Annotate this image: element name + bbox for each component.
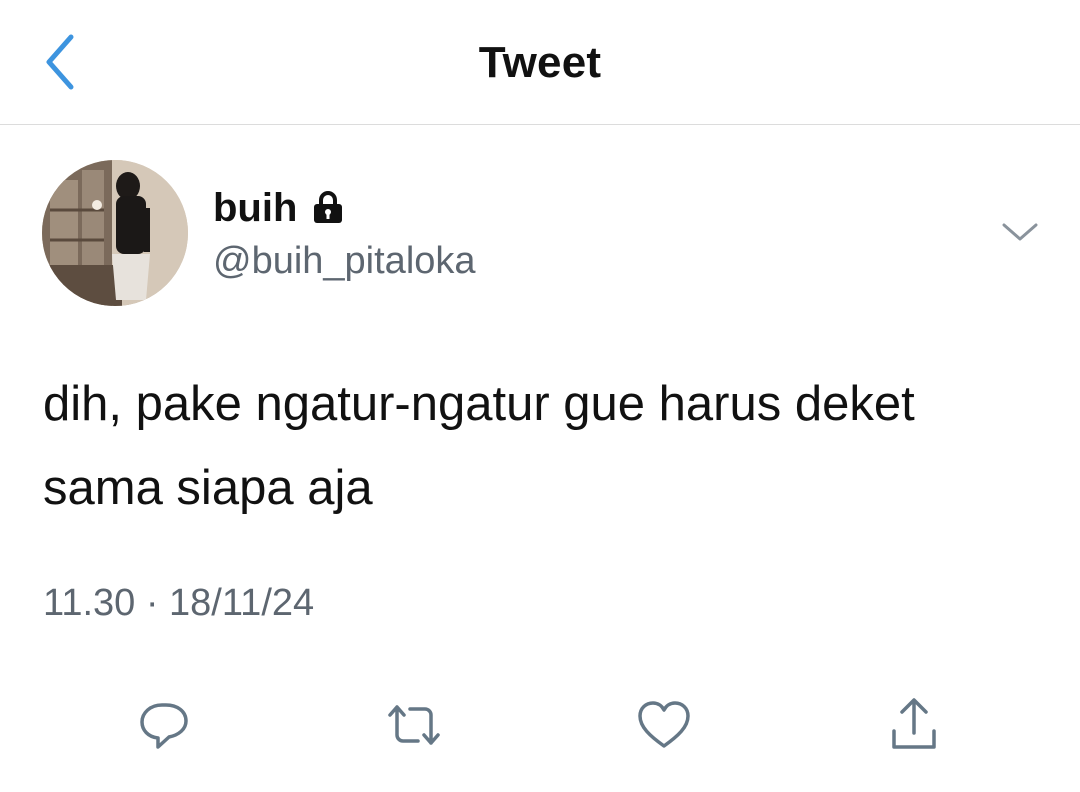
like-button[interactable] (634, 695, 694, 755)
share-button[interactable] (884, 695, 944, 755)
author-display-name[interactable]: buih (213, 186, 297, 231)
tweet-actions-bar (0, 695, 1080, 755)
tweet-text: dih, pake ngatur-ngatur gue harus deket … (43, 377, 915, 515)
heart-icon (638, 701, 690, 748)
avatar[interactable] (42, 160, 188, 306)
chevron-down-icon (1002, 223, 1038, 241)
lock-icon (311, 190, 345, 229)
page-title: Tweet (478, 38, 602, 87)
author-handle[interactable]: @buih_pitaloka (213, 240, 476, 283)
top-navigation-bar: Tweet (0, 0, 1080, 125)
reply-icon (140, 703, 188, 749)
avatar-photo (42, 160, 188, 306)
share-icon (892, 698, 936, 749)
tweet-timestamp: 11.30 · 18/11/24 (43, 582, 315, 624)
author-name-row: buih (213, 186, 345, 231)
retweet-button[interactable] (384, 695, 444, 755)
reply-button[interactable] (134, 695, 194, 755)
retweet-icon (388, 705, 440, 745)
tweet-menu-button[interactable] (995, 212, 1045, 252)
